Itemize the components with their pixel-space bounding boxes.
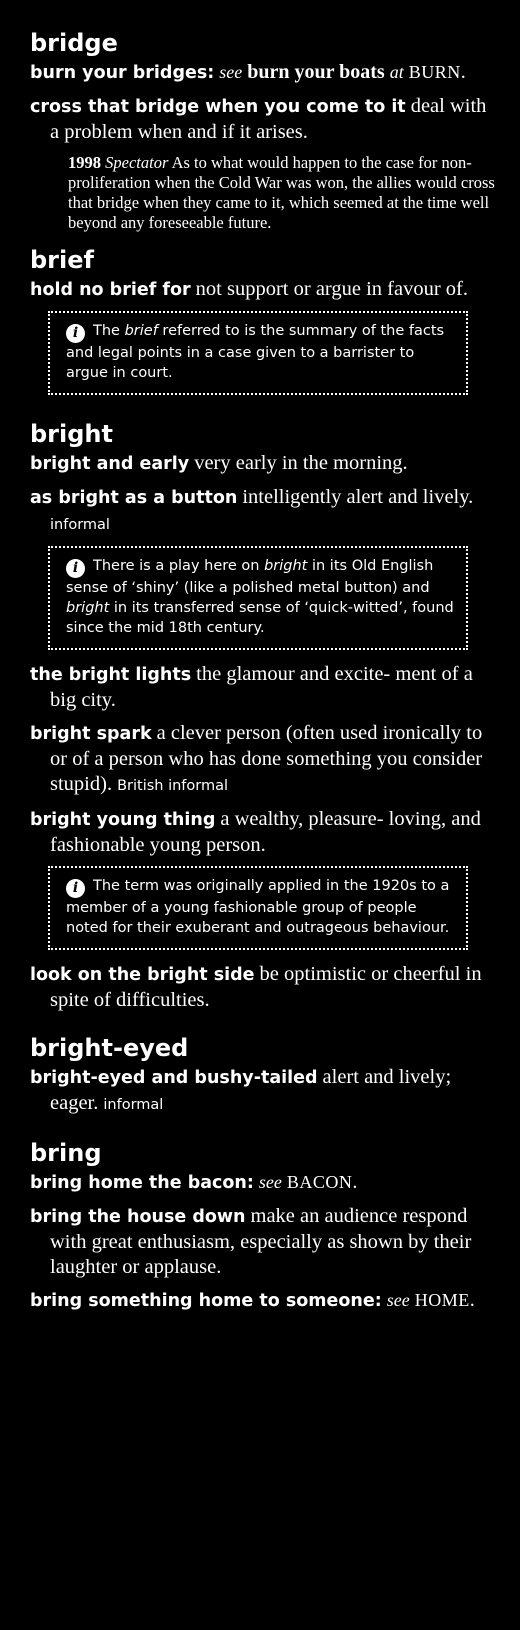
cross-reference-phrase[interactable]: burn your boats xyxy=(247,61,384,83)
entry-bright-spark: bright spark a clever person (often used… xyxy=(30,721,500,799)
headword-bring: bring xyxy=(30,1139,102,1167)
entry-burn-your-bridges: burn your bridges: see burn your boats a… xyxy=(30,61,466,83)
info-icon: i xyxy=(66,324,85,343)
entry-bright-eyed-and-bushy-tailed: bright-eyed and bushy-tailed alert and l… xyxy=(30,1065,500,1118)
entry-phrase: bright and early xyxy=(30,454,190,474)
usage-note-brief: i The brief referred to is the summary of… xyxy=(48,311,468,395)
entry-as-bright-as-a-button: as bright as a button intelligently aler… xyxy=(30,485,500,538)
register-label: informal xyxy=(103,1097,164,1113)
entry-definition: not support or argue in favour of. xyxy=(195,278,468,300)
entry-phrase: as bright as a button xyxy=(30,488,238,508)
cross-reference[interactable]: BURN xyxy=(409,62,461,82)
entry-definition: very early in the morning. xyxy=(194,452,408,474)
entry-bring-home-the-bacon: bring home the bacon: see BACON. xyxy=(30,1171,358,1193)
entry-cross-that-bridge: cross that bridge when you come to it de… xyxy=(30,94,500,145)
register-label: informal xyxy=(50,517,110,533)
entry-phrase: bright young thing xyxy=(30,810,216,830)
entry-bright-and-early: bright and early very early in the morni… xyxy=(30,451,500,477)
headword-bright-eyed: bright-eyed xyxy=(30,1034,189,1062)
entry-bright-young-thing: bright young thing a wealthy, pleasure- … xyxy=(30,807,500,858)
dictionary-page: bridge burn your bridges: see burn your … xyxy=(0,0,520,1630)
headword-bright: bright xyxy=(30,420,113,448)
entry-phrase: look on the bright side xyxy=(30,965,255,985)
entry-phrase: bright spark xyxy=(30,724,152,744)
entry-phrase: the bright lights xyxy=(30,665,192,685)
register-label: British informal xyxy=(117,778,229,794)
entry-phrase: bright-eyed and bushy-tailed xyxy=(30,1068,318,1088)
entry-phrase: hold no brief for xyxy=(30,280,191,300)
entry-definition: intelligently alert and lively. xyxy=(242,486,474,508)
headword-bridge: bridge xyxy=(30,29,118,57)
entry-phrase: bring the house down xyxy=(30,1207,246,1227)
entry-hold-no-brief: hold no brief for not support or argue i… xyxy=(30,277,500,303)
entry-bring-the-house-down: bring the house down make an audience re… xyxy=(30,1204,500,1280)
entry-phrase: bring something home to someone xyxy=(30,1291,375,1311)
cross-reference[interactable]: HOME xyxy=(415,1290,470,1310)
cross-reference[interactable]: BACON xyxy=(287,1172,353,1192)
entry-phrase: burn your bridges xyxy=(30,63,208,83)
info-icon: i xyxy=(66,559,85,578)
entry-look-on-the-bright-side: look on the bright side be optimistic or… xyxy=(30,962,500,1013)
info-icon: i xyxy=(66,879,85,898)
entry-phrase: bring home the bacon xyxy=(30,1173,247,1193)
entry-phrase: cross that bridge when you come to it xyxy=(30,97,406,117)
entry-bring-something-home: bring something home to someone: see HOM… xyxy=(30,1289,475,1311)
usage-note-bright-young-thing: i The term was originally applied in the … xyxy=(48,866,468,950)
citation-source: Spectator xyxy=(105,153,169,172)
citation: 1998 Spectator As to what would happen t… xyxy=(68,153,500,233)
usage-note-bright-button: i There is a play here on bright in its O… xyxy=(48,546,468,650)
see-label: see xyxy=(386,1290,410,1310)
citation-year: 1998 xyxy=(68,153,101,172)
headword-brief: brief xyxy=(30,246,94,274)
see-label: see xyxy=(258,1172,282,1192)
see-label: see xyxy=(219,62,243,82)
entry-the-bright-lights: the bright lights the glamour and excite… xyxy=(30,662,500,713)
